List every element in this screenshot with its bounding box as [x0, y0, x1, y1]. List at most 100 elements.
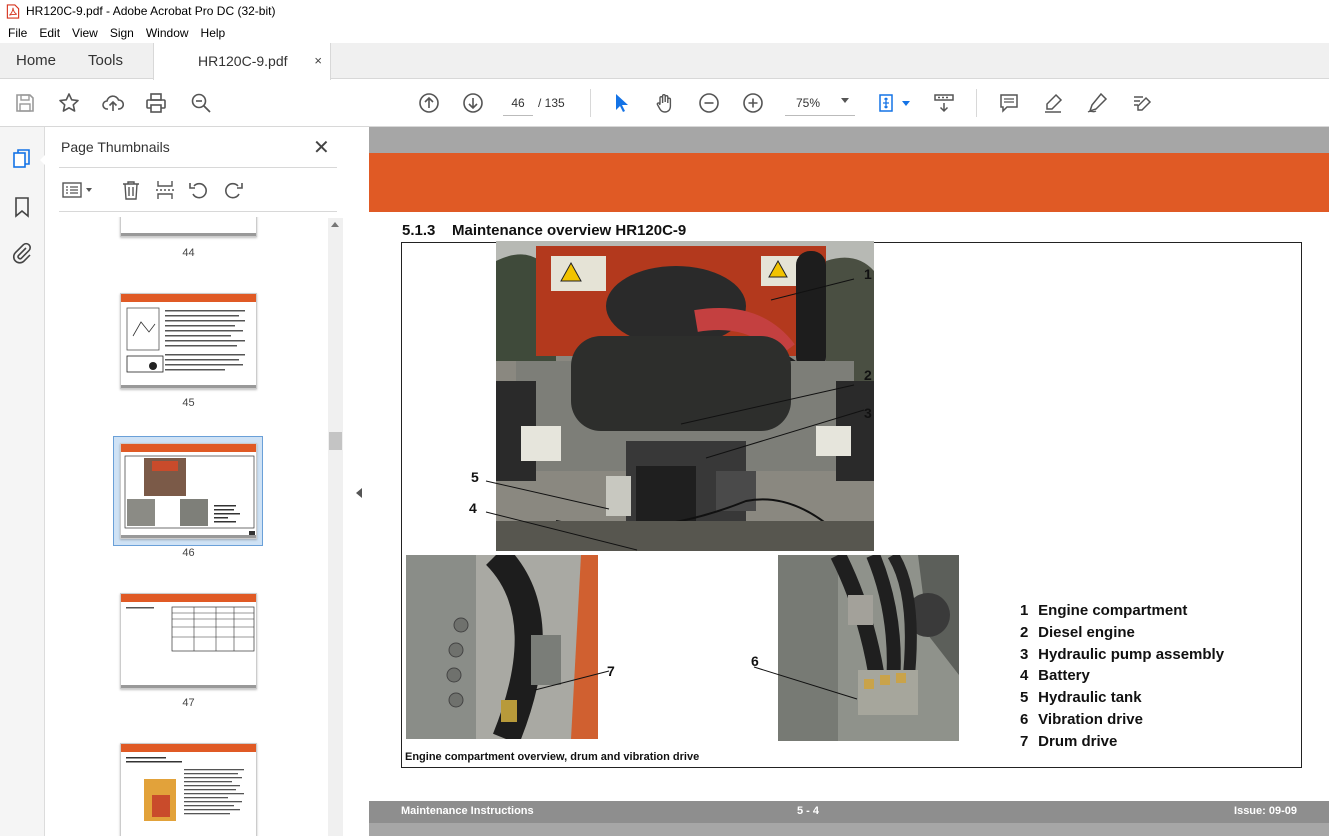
page-top-band: [369, 127, 1329, 153]
panel-title: Page Thumbnails: [61, 139, 170, 155]
window-title: HR120C-9.pdf - Adobe Acrobat Pro DC (32-…: [26, 4, 276, 18]
page-header-band: [369, 153, 1329, 212]
legend-item: 1 Engine compartment: [1020, 602, 1188, 619]
delete-trash-icon[interactable]: [118, 177, 144, 203]
tab-bar: Home Tools HR120C-9.pdf ×: [0, 43, 1329, 80]
legend-item: 3 Hydraulic pump assembly: [1020, 645, 1225, 663]
thumbnail-content: [126, 307, 245, 373]
engine-compartment-photo: [496, 241, 874, 551]
chevron-down-icon: [841, 98, 849, 103]
highlight-pen-icon[interactable]: [1041, 91, 1065, 115]
page-total: / 135: [538, 96, 565, 110]
bookmarks-icon[interactable]: [10, 195, 34, 219]
thumbnail-content: [124, 455, 255, 537]
figure-caption: Engine compartment overview, drum and vi…: [405, 751, 700, 763]
menu-edit[interactable]: Edit: [33, 26, 66, 40]
navigation-rail: [0, 127, 46, 836]
zoom-in-icon[interactable]: [741, 91, 765, 115]
legend-item: 6 Vibration drive: [1020, 710, 1143, 728]
toolbar-divider: [976, 89, 977, 117]
callout-1: 1: [864, 266, 872, 282]
acrobat-pdf-icon: [6, 3, 20, 19]
section-title: Maintenance overview HR120C-9: [452, 222, 687, 239]
page-footer: Maintenance Instructions 5 - 4 Issue: 09…: [369, 801, 1329, 823]
scroll-mode-icon[interactable]: [932, 91, 956, 115]
main-toolbar: [0, 80, 1329, 127]
thumbnail-page-45[interactable]: [120, 293, 257, 389]
callout-2: 2: [864, 367, 872, 383]
toolbar-divider: [590, 89, 591, 117]
rotate-clockwise-icon[interactable]: [220, 177, 246, 203]
menu-window[interactable]: Window: [140, 26, 195, 40]
legend-list: 1 Engine compartment 2 Diesel engine 3 H…: [1020, 600, 1224, 753]
callout-4: 4: [469, 500, 477, 516]
previous-page-icon[interactable]: [417, 91, 441, 115]
thumbnail-label: 45: [182, 397, 195, 409]
thumbnail-content: [126, 606, 255, 652]
legend-item: 7 Drum drive: [1020, 732, 1118, 750]
next-page-icon[interactable]: [461, 91, 485, 115]
zoom-value: 75%: [796, 96, 821, 110]
page-bottom-band: [369, 823, 1329, 836]
rotate-counterclockwise-icon[interactable]: [186, 177, 212, 203]
footer-left: Maintenance Instructions: [401, 805, 534, 817]
page-thumbnails-icon[interactable]: [10, 147, 34, 171]
collapse-panel-icon[interactable]: [356, 488, 362, 498]
save-icon[interactable]: [13, 91, 37, 115]
legend-item: 2 Diesel engine: [1020, 623, 1135, 641]
thumbnails-scrollbar[interactable]: [328, 218, 343, 836]
thumbnail-label: 47: [182, 697, 195, 709]
fit-page-caret-icon[interactable]: [902, 101, 910, 106]
tab-home[interactable]: Home: [16, 43, 56, 79]
select-cursor-icon[interactable]: [609, 91, 633, 115]
thumbnail-page-44[interactable]: [120, 217, 257, 237]
zoom-out-icon[interactable]: [697, 91, 721, 115]
thumbnail-page-46[interactable]: [120, 443, 257, 539]
page-number-input[interactable]: [503, 90, 533, 116]
zoom-dropdown[interactable]: 75%: [785, 90, 855, 116]
menu-sign[interactable]: Sign: [104, 26, 140, 40]
section-heading: 5.1.3 Maintenance overview HR120C-9: [402, 222, 686, 239]
panel-divider: [59, 211, 337, 212]
legend-item: 5 Hydraulic tank: [1020, 689, 1142, 707]
callout-6: 6: [751, 653, 759, 669]
comment-icon[interactable]: [997, 91, 1021, 115]
legend-item: 4 Battery: [1020, 667, 1090, 685]
thumbnail-label: 46: [182, 547, 195, 559]
menu-view[interactable]: View: [66, 26, 104, 40]
zoom-search-icon[interactable]: [189, 91, 213, 115]
tab-document[interactable]: HR120C-9.pdf ×: [153, 43, 331, 80]
attachments-paperclip-icon[interactable]: [10, 241, 34, 265]
section-number: 5.1.3: [402, 222, 436, 239]
menu-help[interactable]: Help: [195, 26, 232, 40]
upload-cloud-icon[interactable]: [101, 91, 125, 115]
scrollbar-thumb[interactable]: [329, 432, 342, 450]
extract-pages-icon[interactable]: [152, 177, 178, 203]
print-icon[interactable]: [144, 91, 168, 115]
drum-drive-photo: [406, 555, 598, 739]
tab-close-button[interactable]: ×: [314, 43, 322, 79]
thumbnail-page-47[interactable]: [120, 593, 257, 689]
bookmark-star-icon[interactable]: [57, 91, 81, 115]
thumbnail-content: [126, 757, 244, 821]
document-view[interactable]: 5.1.3 Maintenance overview HR120C-9 1 2 …: [369, 127, 1329, 836]
footer-page-number: 5 - 4: [797, 805, 820, 817]
tab-document-label: HR120C-9.pdf: [198, 53, 288, 69]
edit-pdf-icon[interactable]: [1129, 91, 1153, 115]
callout-3: 3: [864, 405, 872, 421]
tab-tools[interactable]: Tools: [88, 43, 123, 79]
fit-page-icon[interactable]: [875, 91, 899, 115]
hand-tool-icon[interactable]: [653, 91, 677, 115]
sign-pen-icon[interactable]: [1085, 91, 1109, 115]
thumbnail-label: 44: [182, 247, 195, 259]
thumbnails-panel: Page Thumbnails ✕ 44 45 46 47: [45, 127, 348, 836]
callout-5: 5: [471, 469, 479, 485]
footer-right: Issue: 09-09: [1234, 805, 1297, 817]
thumbnail-page-48[interactable]: [120, 743, 257, 836]
options-caret-icon[interactable]: [86, 188, 92, 192]
menu-file[interactable]: File: [2, 26, 33, 40]
callout-7: 7: [607, 663, 615, 679]
close-icon[interactable]: ✕: [313, 135, 330, 160]
thumbnail-options-icon[interactable]: [59, 177, 85, 203]
scroll-up-arrow-icon[interactable]: [331, 222, 339, 227]
